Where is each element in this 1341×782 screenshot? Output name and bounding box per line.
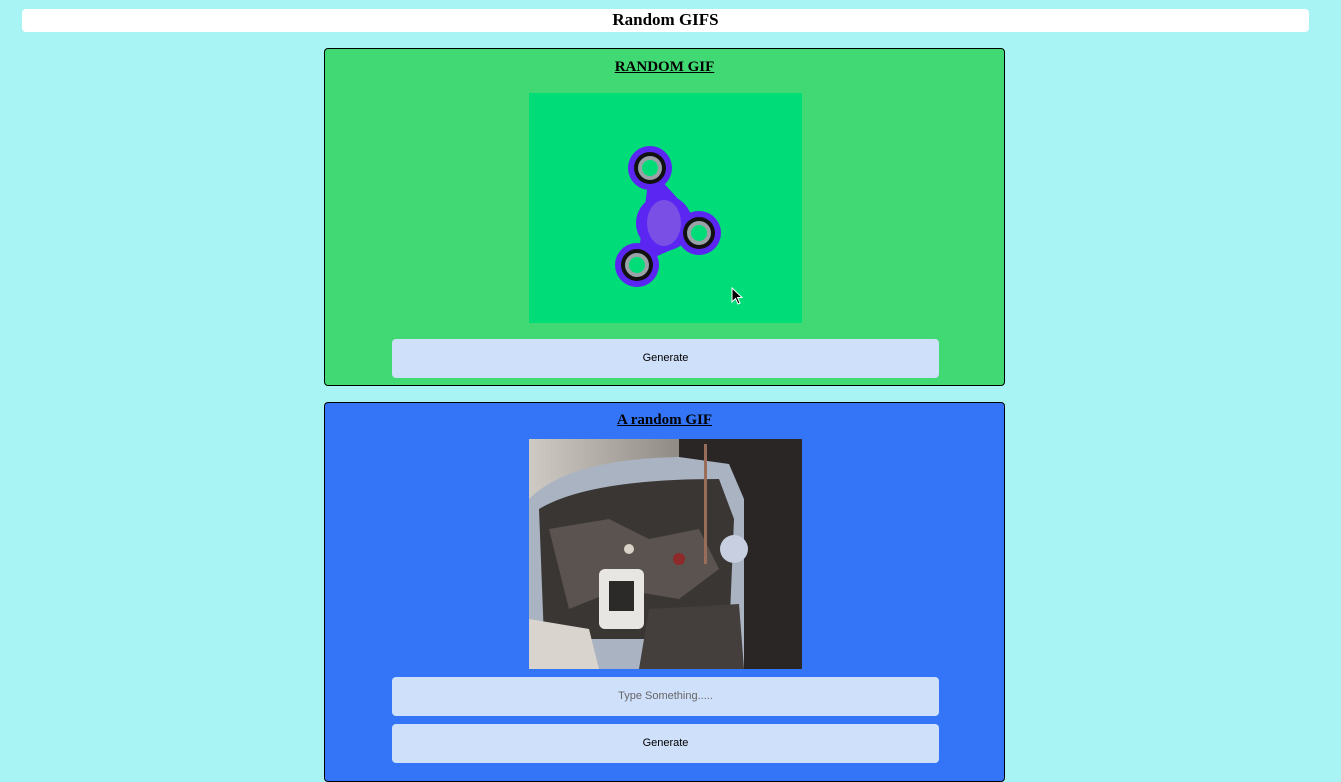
- search-input[interactable]: [392, 677, 939, 716]
- car-engine-image: [529, 439, 802, 669]
- fidget-spinner-image: [529, 93, 802, 323]
- random-gif-search-card: A random GIF Generate: [324, 402, 1005, 782]
- generate-button[interactable]: Generate: [392, 724, 939, 763]
- generate-button[interactable]: Generate: [392, 339, 939, 378]
- random-gif-card: RANDOM GIF Generate: [324, 48, 1005, 386]
- car-engine-gif: [529, 439, 802, 669]
- mouse-cursor-icon: [731, 287, 743, 305]
- page-title: Random GIFS: [22, 9, 1309, 32]
- fidget-spinner-gif: [529, 93, 802, 323]
- card-title: RANDOM GIF: [614, 59, 715, 75]
- card-title: A random GIF: [616, 412, 712, 428]
